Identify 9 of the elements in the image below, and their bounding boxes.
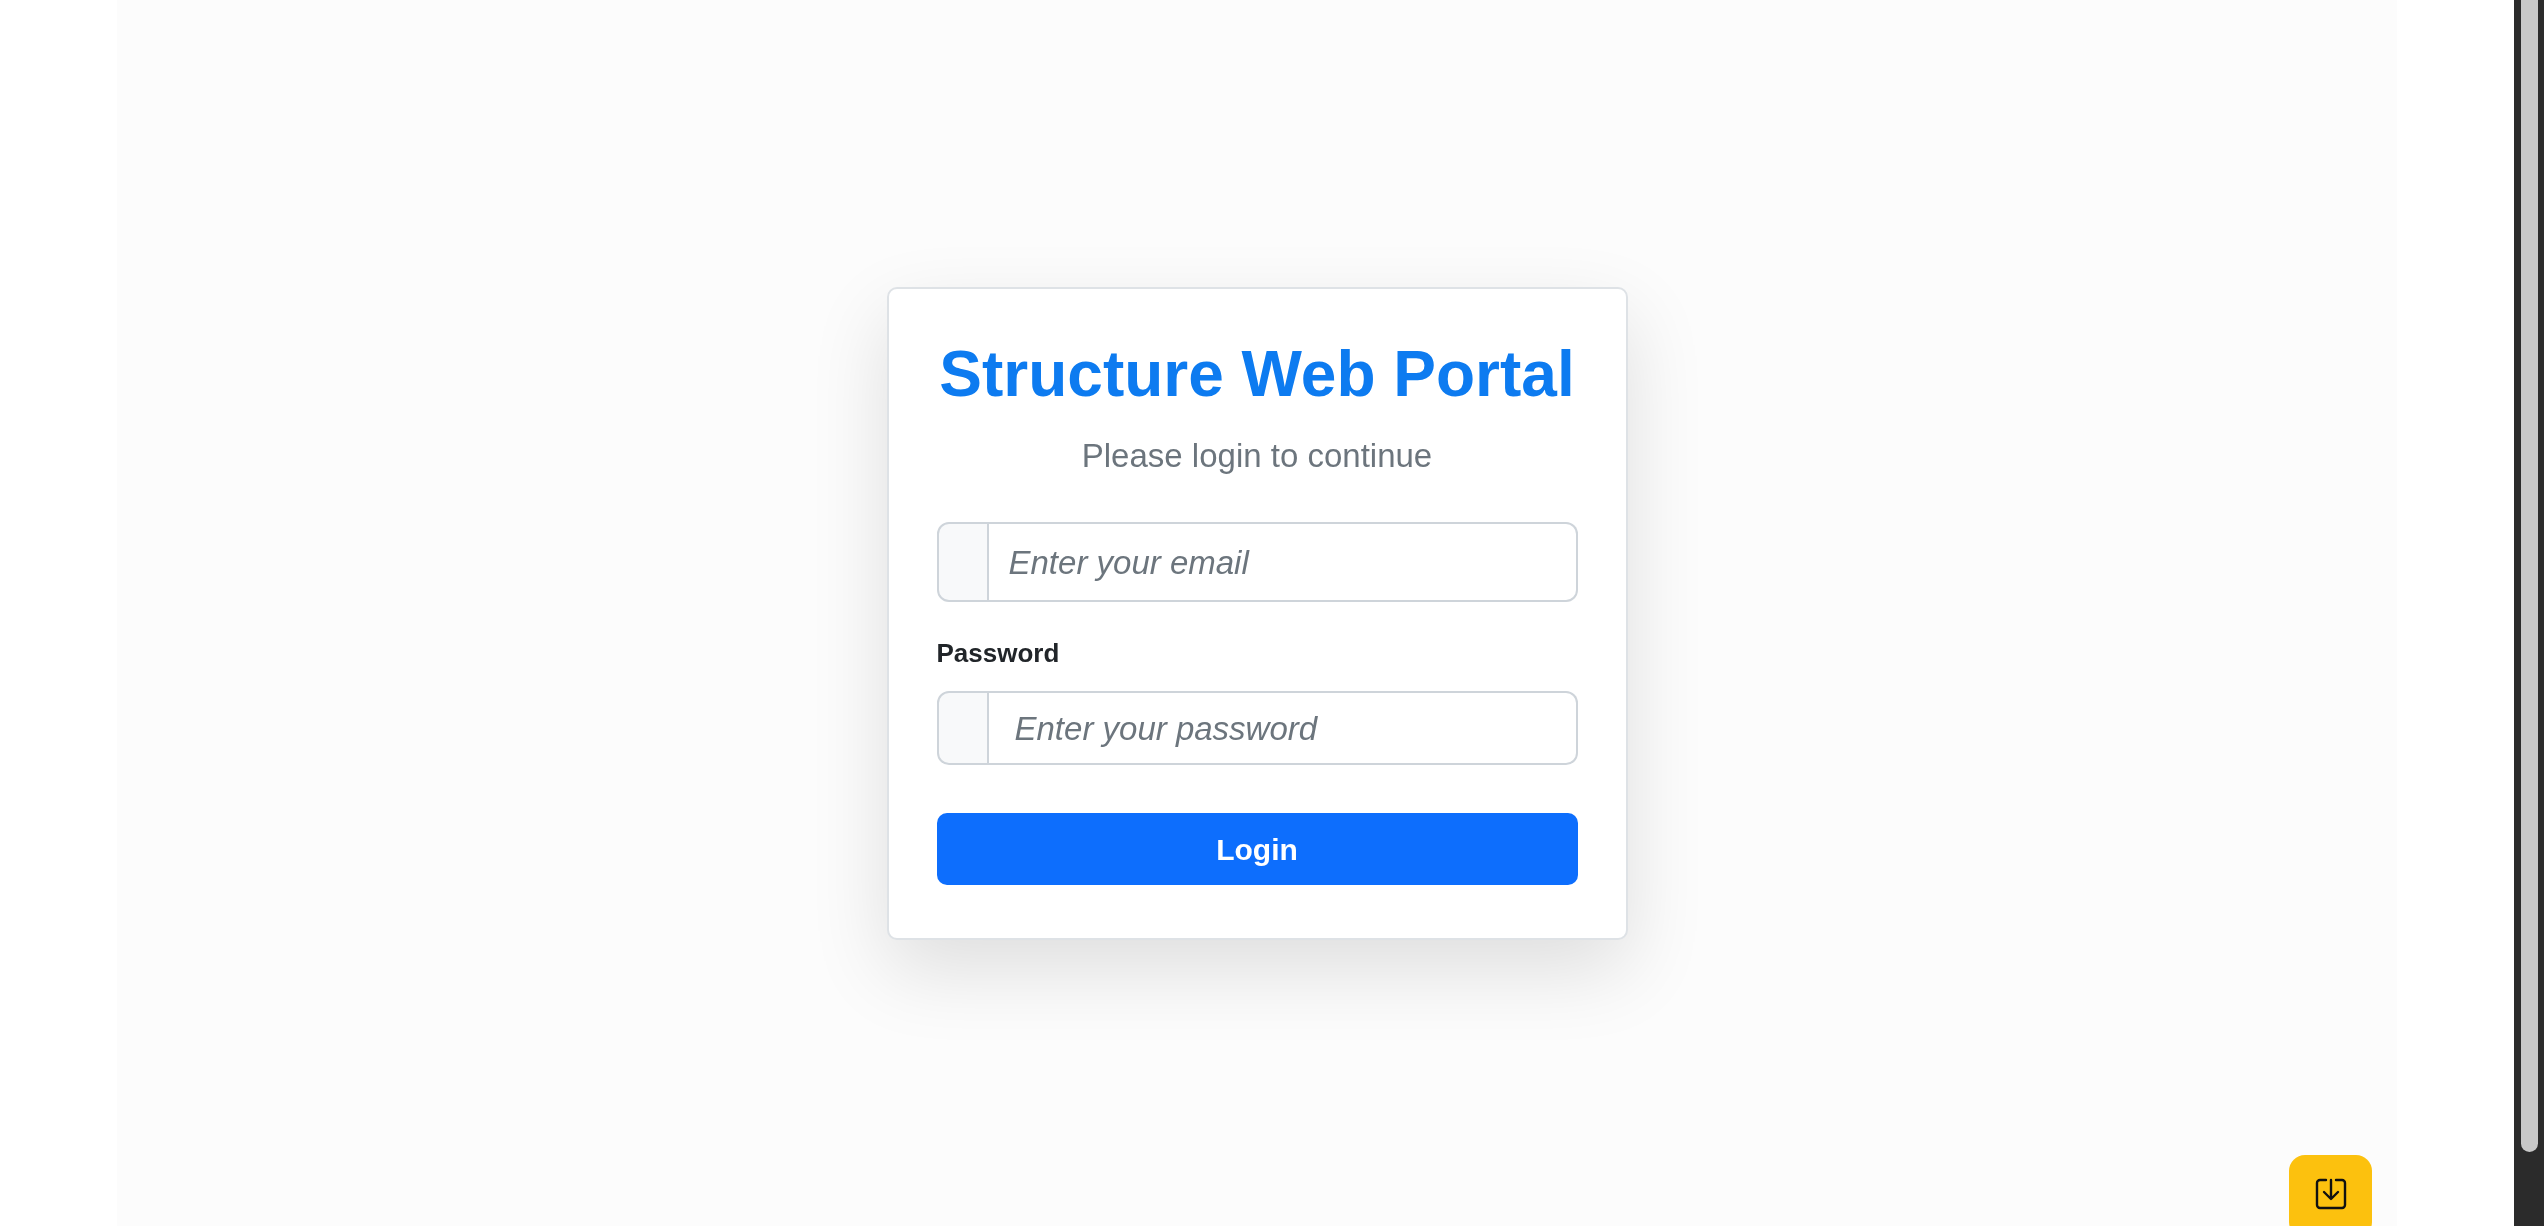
scrollbar[interactable] [2514,0,2544,1226]
login-button[interactable]: Login [936,813,1578,886]
page-title: Structure Web Portal [938,338,1576,409]
field-label: Password [936,637,1061,671]
download-button[interactable] [2289,1155,2372,1226]
password-field[interactable]: Enter your password [988,691,1578,766]
download-icon [2314,1177,2347,1210]
subtitle: Please login to continue [1080,435,1434,476]
email-field[interactable]: Enter your email [988,522,1578,603]
